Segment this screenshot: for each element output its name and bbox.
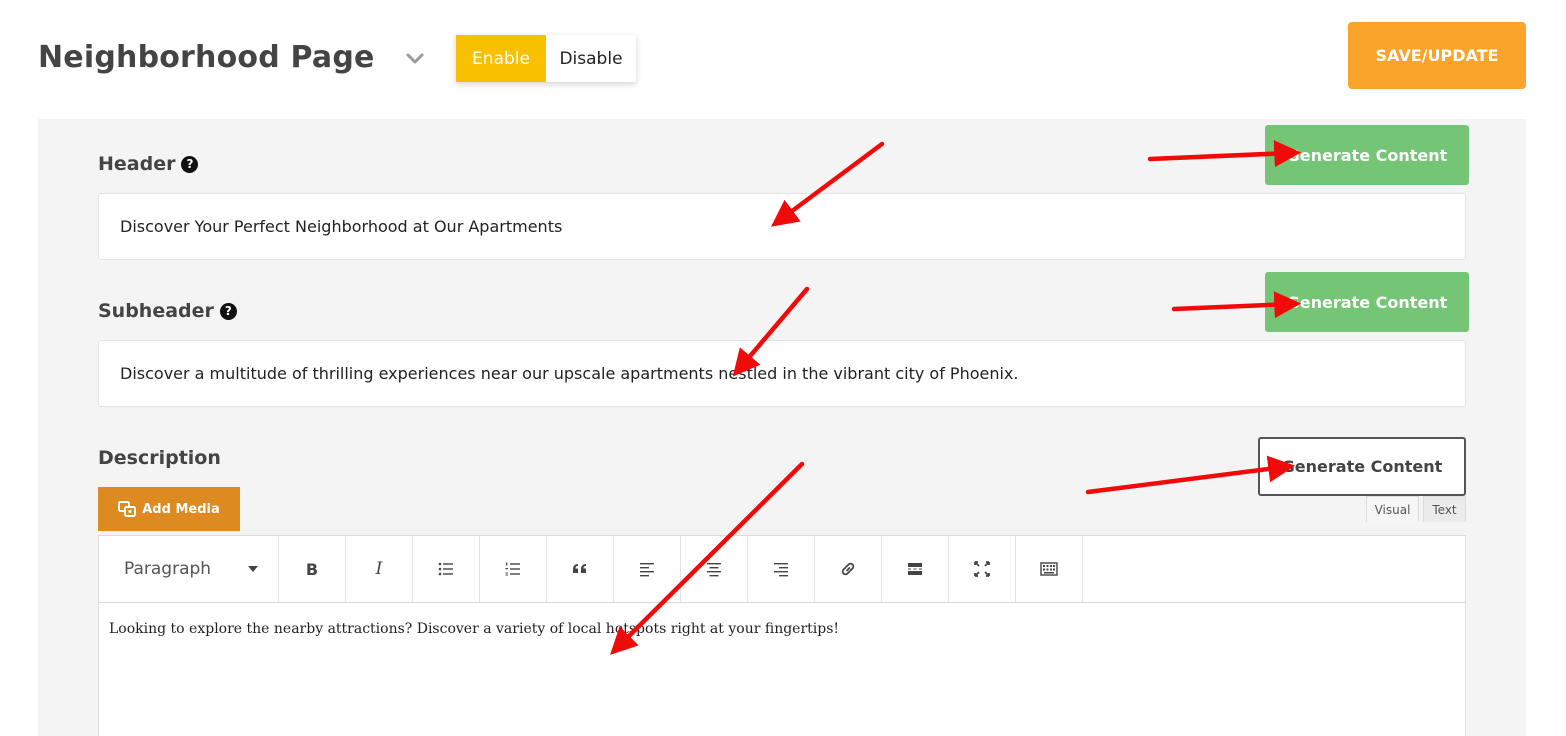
format-select-value: Paragraph (124, 559, 212, 579)
format-select[interactable]: Paragraph (99, 536, 279, 602)
tab-visual[interactable]: Visual (1366, 496, 1419, 522)
disable-button[interactable]: Disable (546, 35, 636, 82)
enable-button[interactable]: Enable (456, 35, 546, 82)
read-more-icon (908, 563, 922, 575)
fullscreen-button[interactable] (949, 536, 1016, 602)
media-icon (118, 501, 137, 517)
align-right-button[interactable] (748, 536, 815, 602)
caret-down-icon (248, 566, 258, 572)
add-media-label: Add Media (142, 501, 220, 517)
header-input[interactable]: Discover Your Perfect Neighborhood at Ou… (98, 193, 1466, 260)
bold-icon: B (305, 559, 319, 579)
fullscreen-icon (974, 561, 990, 577)
bold-button[interactable]: B (279, 536, 346, 602)
subheader-input[interactable]: Discover a multitude of thrilling experi… (98, 340, 1466, 407)
description-editor[interactable]: Looking to explore the nearby attraction… (98, 603, 1466, 736)
subheader-label: Subheader ? (98, 300, 237, 322)
page-title: Neighborhood Page (38, 40, 375, 75)
save-update-button[interactable]: SAVE/UPDATE (1348, 22, 1526, 89)
numbered-list-button[interactable] (480, 536, 547, 602)
blockquote-icon (573, 564, 586, 573)
add-media-button[interactable]: Add Media (98, 487, 240, 531)
link-button[interactable] (815, 536, 882, 602)
align-left-button[interactable] (614, 536, 681, 602)
bullet-list-icon (438, 562, 453, 576)
enable-disable-toggle: Enable Disable (456, 35, 636, 82)
editor-toolbar: Paragraph B I (98, 535, 1466, 603)
italic-button[interactable]: I (346, 536, 413, 602)
description-label-text: Description (98, 447, 221, 469)
tab-text[interactable]: Text (1423, 496, 1466, 522)
toolbar-toggle-button[interactable] (1016, 536, 1083, 602)
description-label: Description (98, 447, 221, 469)
align-center-icon (707, 563, 721, 577)
italic-icon: I (375, 559, 383, 579)
header-generate-button[interactable]: Generate Content (1265, 125, 1469, 185)
align-left-icon (640, 563, 654, 577)
blockquote-button[interactable] (547, 536, 614, 602)
toolbar-toggle-icon (1040, 562, 1058, 576)
bullet-list-button[interactable] (413, 536, 480, 602)
help-icon[interactable]: ? (181, 155, 199, 173)
chevron-down-icon[interactable] (404, 48, 426, 70)
description-generate-button[interactable]: Generate Content (1258, 437, 1466, 496)
header-label-text: Header (98, 153, 176, 175)
subheader-generate-button[interactable]: Generate Content (1265, 272, 1469, 332)
help-icon[interactable]: ? (219, 302, 237, 320)
align-center-button[interactable] (681, 536, 748, 602)
numbered-list-icon (505, 562, 520, 576)
align-right-icon (774, 563, 788, 577)
header-label: Header ? (98, 153, 199, 175)
subheader-label-text: Subheader (98, 300, 214, 322)
link-icon (841, 562, 855, 576)
read-more-button[interactable] (882, 536, 949, 602)
